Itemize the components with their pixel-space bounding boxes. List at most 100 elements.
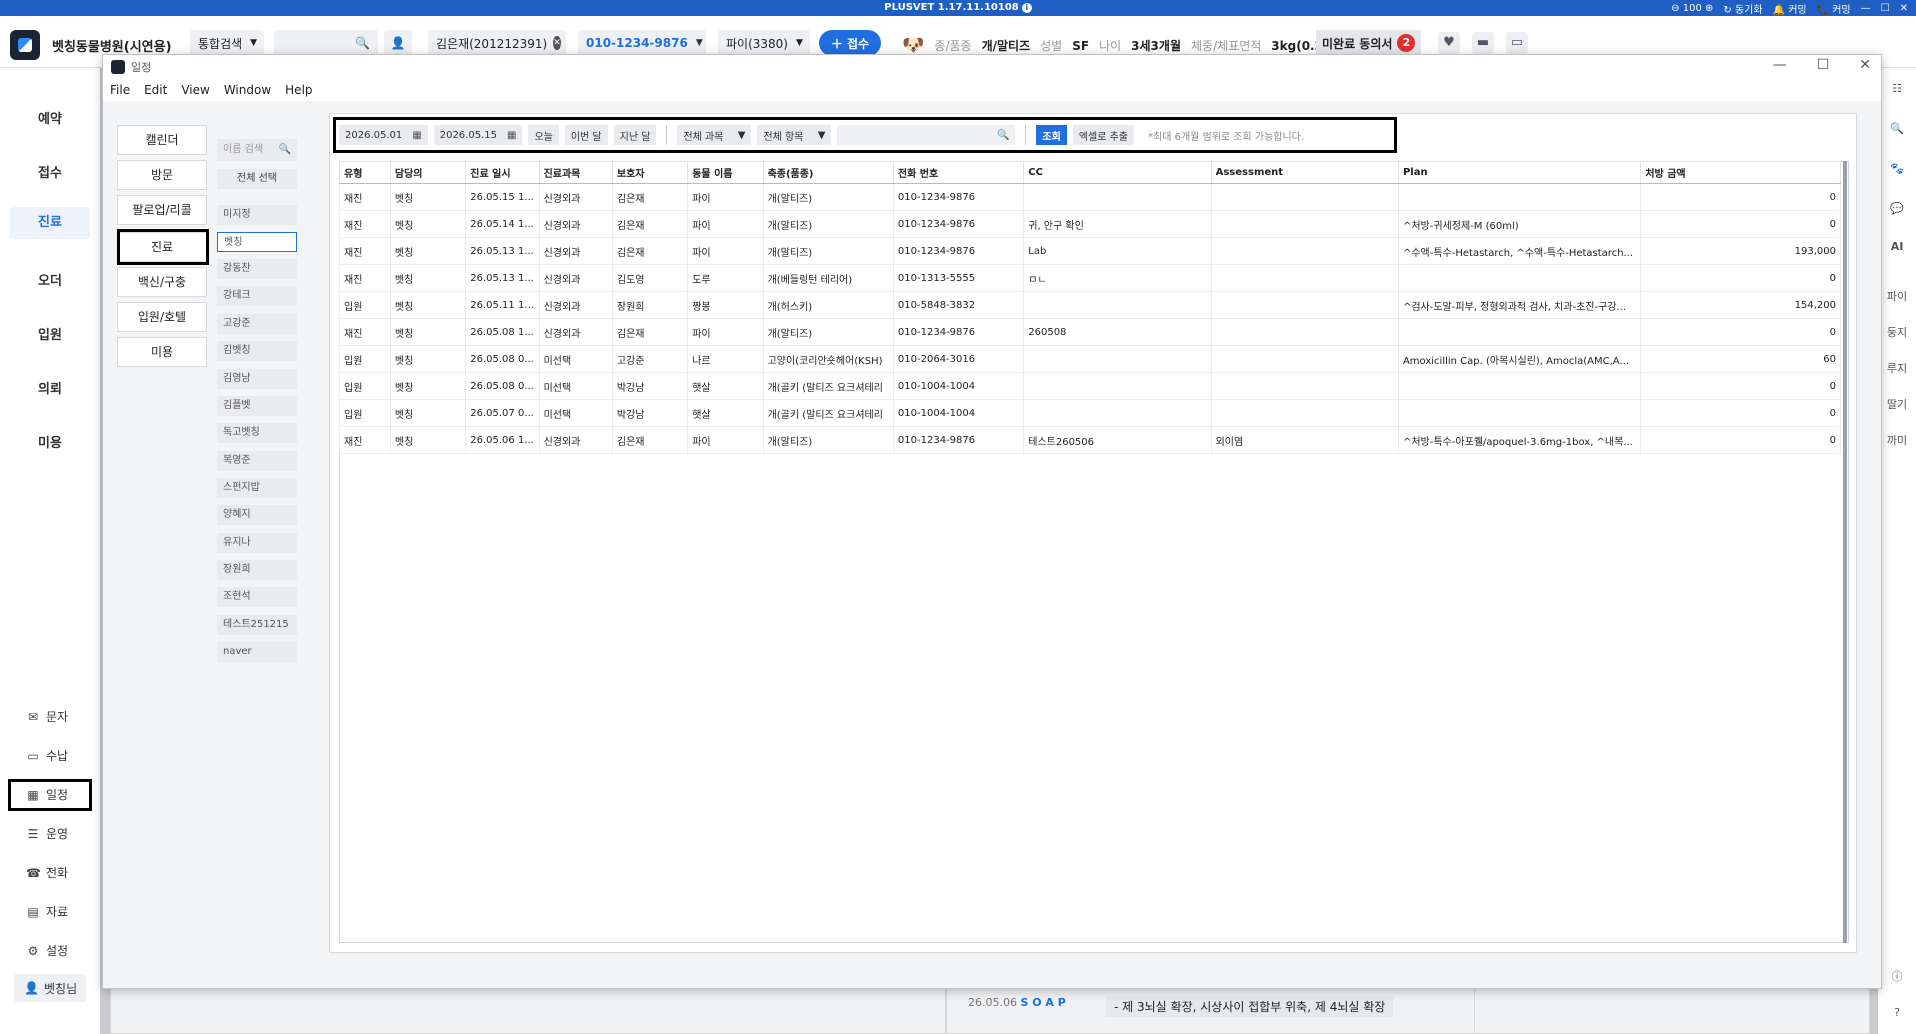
window-maximize-icon[interactable]: ☐ [1817,57,1830,73]
category-grooming[interactable]: 미용 [117,337,207,367]
nav-grooming[interactable]: 미용 [0,432,100,451]
doctor-item[interactable]: 장원희 [217,560,297,580]
vertical-scrollbar[interactable] [1843,161,1847,943]
col-owner[interactable]: 보호자 [611,161,689,184]
doctor-item[interactable]: 양혜지 [217,505,297,525]
nav-inpatient[interactable]: 입원 [0,324,100,343]
col-department[interactable]: 진료과목 [538,161,613,184]
table-row[interactable]: 입원 벳칭 26.05.08 0... 미선택 고강준 나르 고양이(코리안숏헤어(KSH)… [339,345,1841,373]
ai-icon[interactable]: AI [1878,240,1916,253]
col-type[interactable]: 유형 [339,161,391,184]
nav-treatment[interactable]: 진료 [10,207,90,239]
menu-help[interactable]: Help [285,83,312,97]
notice-button[interactable]: 🔔 커밍 [1773,1,1807,16]
category-visit[interactable]: 방문 [117,160,207,190]
owner-chip[interactable]: 김은재(201212391) ✕ [428,30,566,56]
maximize-icon[interactable]: ☐ [1881,3,1890,14]
search-icon[interactable]: 🔍 [355,36,370,50]
pet-select[interactable]: 파이(3380) ▼ [718,30,810,56]
doctor-item[interactable]: 김영남 [217,369,297,389]
card-icon[interactable]: ▭ [1506,32,1528,54]
global-search-input[interactable]: 🔍 [274,30,378,56]
doctor-item[interactable]: 테스트251215 [217,615,297,635]
category-followup[interactable]: 팔로업/리콜 [117,195,207,225]
table-row[interactable]: 재진 벳칭 26.05.06 1... 신경외과 김은재 파이 개(말티즈) 010-1234… [339,426,1841,454]
doctor-item[interactable]: 김벳칭 [217,341,297,361]
doctor-item[interactable]: 독고벳칭 [217,423,297,443]
table-row[interactable]: 재진 벳칭 26.05.13 1... 신경외과 김은재 파이 개(말티즈) 010-1234… [339,237,1841,265]
minimize-icon[interactable]: — [1861,3,1871,14]
nav-reception[interactable]: 접수 [0,162,100,181]
col-pet-name[interactable]: 동물 이름 [687,161,764,184]
zoom-control[interactable]: ⊖ 100 ⊕ [1671,3,1713,14]
doctor-item[interactable]: 김플벳 [217,396,297,416]
table-row[interactable]: 입원 벳칭 26.05.11 11... 신경외과 장원희 짱봉 개(허스키) 010-584… [339,291,1841,319]
search-icon[interactable]: 🔍 [279,139,291,161]
table-row[interactable]: 입원 벳칭 26.05.08 0... 미선택 박강남 햇살 개(골키 (말티즈 요크셔테리… [339,372,1841,400]
search-user-icon[interactable]: 🔍 [1878,122,1916,135]
doctor-item[interactable]: 스펀지밥 [217,478,297,498]
doctor-item[interactable]: 강동찬 [217,259,297,279]
category-calendar[interactable]: 캘린더 [117,125,207,155]
col-amount[interactable]: 처방 금액 [1640,161,1841,184]
col-plan[interactable]: Plan [1397,161,1642,184]
contact-icon[interactable]: ☷ [1878,82,1916,95]
col-assessment[interactable]: Assessment [1210,161,1399,184]
doctor-item[interactable]: 미지정 [217,205,297,225]
phone-select[interactable]: 010-1234-9876 ▼ [578,30,706,56]
nav-settings[interactable]: ⚙ 설정 [26,942,68,959]
patient-search-icon[interactable]: 👤 [384,30,412,56]
menu-window[interactable]: Window [224,83,271,97]
doctor-item-active[interactable]: 벳칭 [217,232,297,252]
table-row[interactable]: 재진 벳칭 26.05.15 1... 신경외과 김은재 파이 개(말티즈) 010-1234… [339,183,1841,211]
info-circle-icon[interactable]: ⓘ [1878,968,1916,984]
category-inpatient[interactable]: 입원/호텔 [117,302,207,332]
window-close-icon[interactable]: ✕ [1859,57,1871,73]
doctor-search-input[interactable]: 이름 검색 🔍 [217,139,297,161]
col-doctor[interactable]: 담당의 [389,161,467,184]
menu-view[interactable]: View [181,83,209,97]
table-row[interactable]: 재진 벳칭 26.05.08 1... 신경외과 김은재 파이 개(말티즈) 010-1234… [339,318,1841,346]
pet-tab-4[interactable]: 딸기 [1878,396,1916,412]
menu-edit[interactable]: Edit [144,83,167,97]
close-icon[interactable]: ✕ [1900,3,1908,14]
nav-referral[interactable]: 의뢰 [0,378,100,397]
col-phone[interactable]: 전화 번호 [892,161,1025,184]
info-icon[interactable]: i [1021,3,1032,13]
col-cc[interactable]: CC [1023,161,1212,184]
pending-consent-button[interactable]: 미완료 동의서 2 [1316,30,1422,56]
doctor-item[interactable]: 강테크 [217,286,297,306]
table-row[interactable]: 입원 벳칭 26.05.07 0... 미선택 박강남 햇살 개(골키 (말티즈 요크셔테리… [339,399,1841,427]
nav-phone[interactable]: ☎ 전화 [26,864,68,881]
col-datetime[interactable]: 진료 일시 [465,161,540,184]
select-all-button[interactable]: 전체 선택 [217,169,297,189]
call-button[interactable]: 📞 커밍 [1817,1,1851,16]
pet-tab-2[interactable]: 둥지 [1878,324,1916,340]
search-scope-select[interactable]: 통합검색 ▼ [190,30,264,56]
table-row[interactable]: 재진 벳칭 26.05.14 1... 신경외과 김은재 파이 개(말티즈) 010-1234… [339,210,1841,238]
table-row[interactable]: 재진 벳칭 26.05.13 1... 신경외과 김도영 도루 개(베들링턴 테리어) 010… [339,264,1841,292]
nav-order[interactable]: 오더 [0,270,100,289]
pet-tab-5[interactable]: 까미 [1878,432,1916,448]
folder-icon[interactable]: ▬ [1472,32,1494,54]
nav-operation[interactable]: ☰ 운영 [26,825,68,842]
chat-icon[interactable]: 💬 [1878,202,1916,215]
heart-monitor-icon[interactable]: ♥ [1438,32,1460,54]
menu-file[interactable]: File [110,83,130,97]
category-vaccine[interactable]: 백신/구충 [117,267,207,297]
doctor-item[interactable]: 유지나 [217,533,297,553]
doctor-item[interactable]: 조현석 [217,587,297,607]
paw-icon[interactable]: 🐾 [1878,162,1916,175]
doctor-item[interactable]: 고강준 [217,314,297,334]
pet-tab-3[interactable]: 루지 [1878,360,1916,376]
nav-payment[interactable]: ▭ 수납 [26,747,68,764]
nav-resources[interactable]: ▤ 자료 [26,903,68,920]
col-species[interactable]: 축종(품종) [762,161,894,184]
sync-button[interactable]: ↻ 동기화 [1723,1,1762,16]
doctor-item[interactable]: 복영준 [217,451,297,471]
pet-tab-1[interactable]: 파이 [1878,288,1916,304]
nav-reservation[interactable]: 예약 [0,108,100,127]
help-icon[interactable]: ? [1878,1006,1916,1019]
nav-sms[interactable]: ✉ 문자 [26,708,68,725]
window-minimize-icon[interactable]: — [1773,57,1787,73]
